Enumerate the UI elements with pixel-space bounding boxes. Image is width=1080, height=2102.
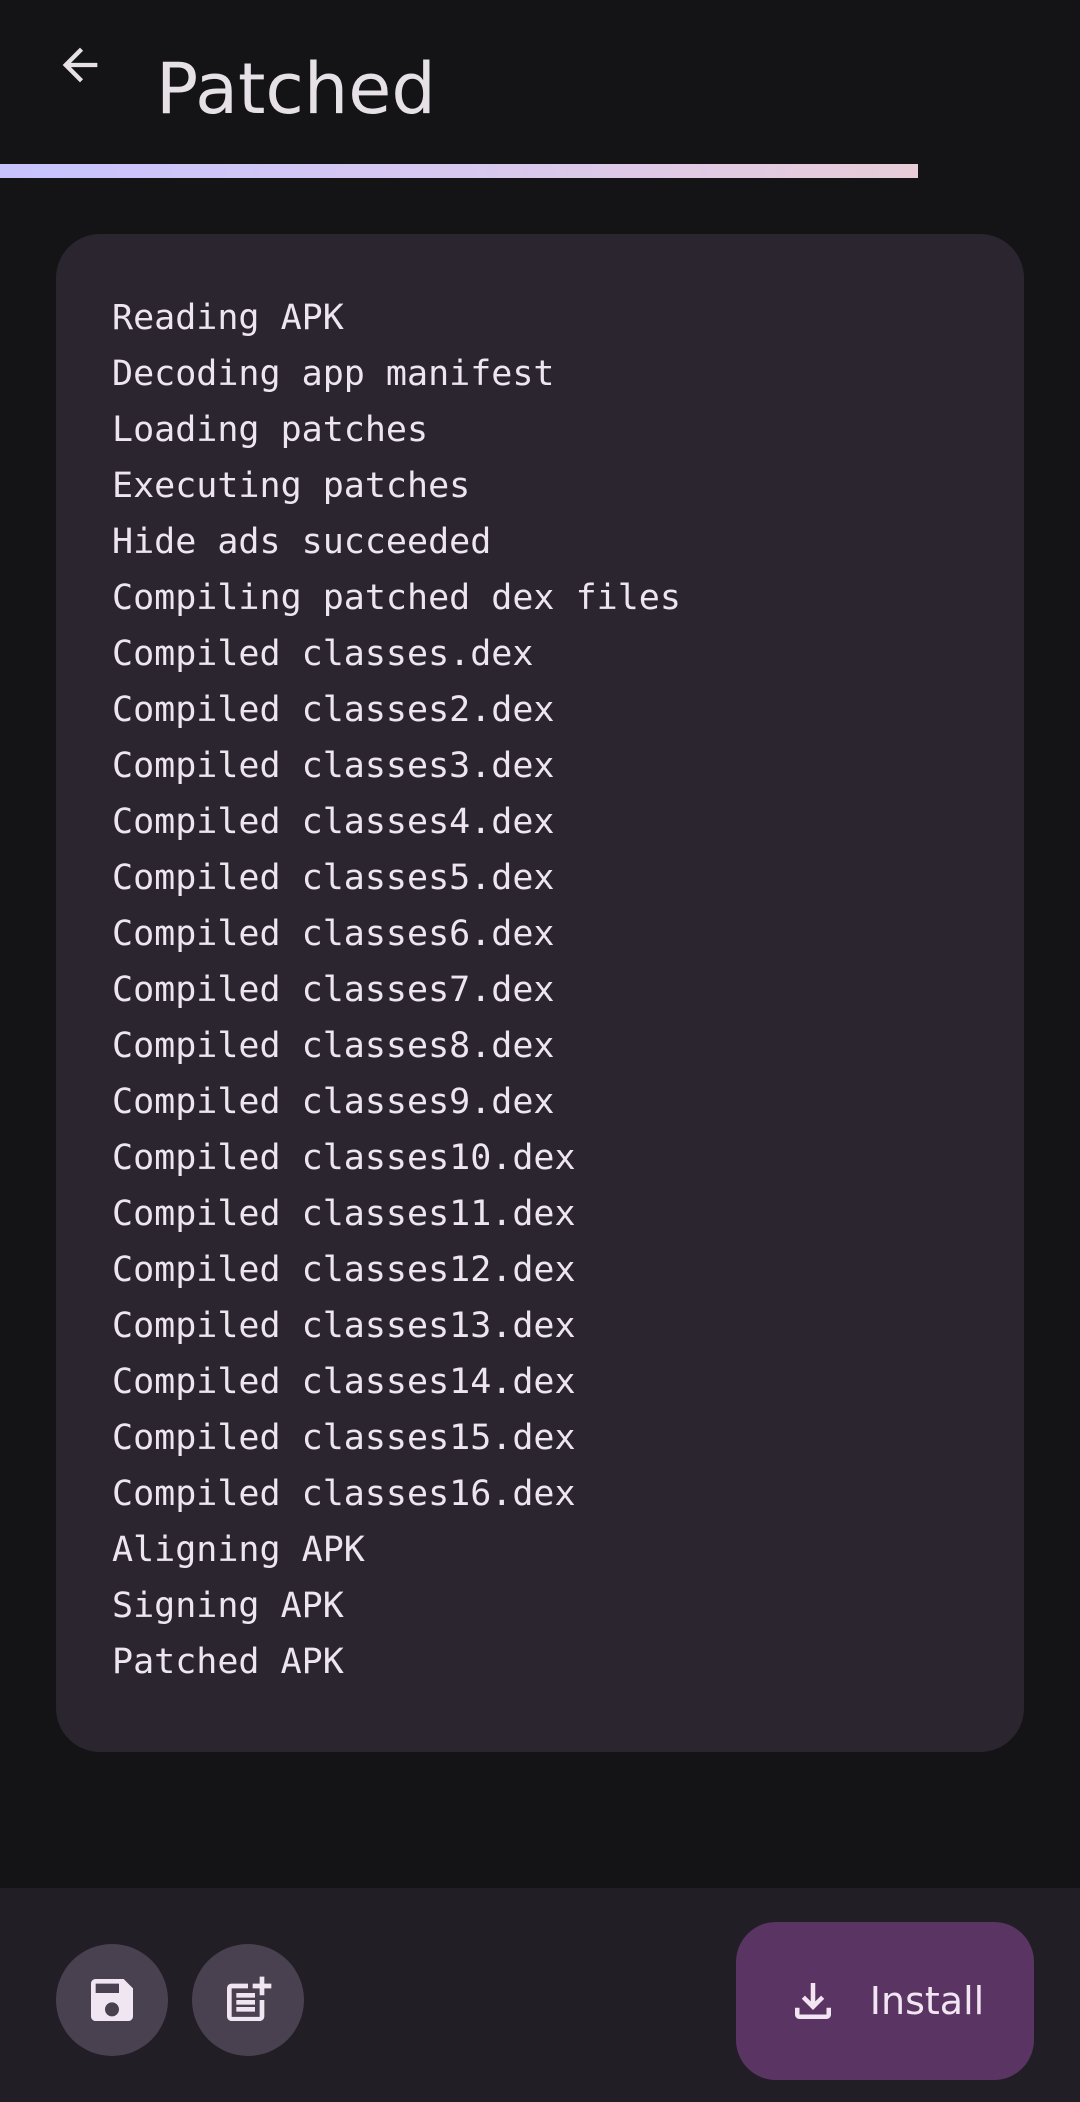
download-icon xyxy=(794,1983,831,2019)
post-add-icon xyxy=(227,1976,272,2021)
install-button[interactable]: Install xyxy=(736,1922,1034,2080)
install-label: Install xyxy=(869,1979,985,2023)
page-title: Patched xyxy=(156,48,436,130)
log-line: Compiled classes12.dex xyxy=(112,1250,576,1290)
log-line: Loading patches xyxy=(112,410,429,450)
log-line: Reading APK xyxy=(112,298,344,338)
log-line: Patched APK xyxy=(112,1642,344,1682)
log-line: Compiled classes10.dex xyxy=(112,1138,576,1178)
log-line: Signing APK xyxy=(112,1586,344,1626)
log-line: Compiled classes5.dex xyxy=(112,858,555,898)
top-app-bar: Patched xyxy=(0,0,1080,164)
log-line: Compiled classes11.dex xyxy=(112,1194,576,1234)
save-button[interactable] xyxy=(56,1944,168,2056)
log-line: Compiled classes8.dex xyxy=(112,1026,555,1066)
log-line: Compiled classes7.dex xyxy=(112,970,555,1010)
log-line: Decoding app manifest xyxy=(112,354,555,394)
log-line: Compiling patched dex files xyxy=(112,578,681,618)
log-line: Aligning APK xyxy=(112,1530,365,1570)
save-icon xyxy=(91,1979,133,2021)
log-line: Compiled classes4.dex xyxy=(112,802,555,842)
log-line: Compiled classes6.dex xyxy=(112,914,555,954)
export-log-button[interactable] xyxy=(192,1944,304,2056)
progress-fill xyxy=(0,164,918,178)
log-line: Hide ads succeeded xyxy=(112,522,492,562)
log-line: Executing patches xyxy=(112,466,471,506)
log-line: Compiled classes.dex xyxy=(112,634,534,674)
log-line: Compiled classes9.dex xyxy=(112,1082,555,1122)
log-line: Compiled classes14.dex xyxy=(112,1362,576,1402)
log-line: Compiled classes13.dex xyxy=(112,1306,576,1346)
patch-progress-bar xyxy=(0,164,1080,178)
log-line: Compiled classes2.dex xyxy=(112,690,555,730)
back-button[interactable] xyxy=(40,30,120,100)
arrow-back-icon xyxy=(62,47,98,83)
log-list: Reading APK Decoding app manifest Loading … xyxy=(112,290,968,1690)
log-card: Reading APK Decoding app manifest Loading … xyxy=(56,234,1024,1752)
log-line: Compiled classes15.dex xyxy=(112,1418,576,1458)
log-line: Compiled classes3.dex xyxy=(112,746,555,786)
log-line: Compiled classes16.dex xyxy=(112,1474,576,1514)
